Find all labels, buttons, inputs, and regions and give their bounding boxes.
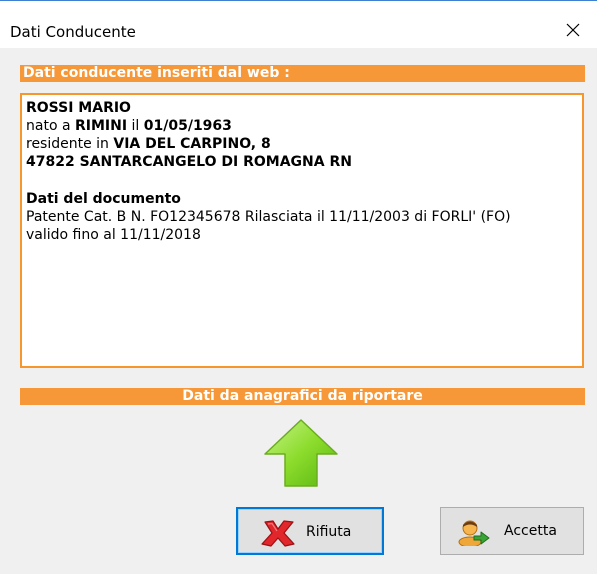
reject-label: Rifiuta [306, 524, 352, 540]
accept-button[interactable]: Accetta [440, 507, 584, 555]
driver-name: ROSSI MARIO [26, 100, 131, 116]
birth-prefix: nato a [26, 118, 75, 134]
driver-info-panel: ROSSI MARIO nato a RIMINI il 01/05/1963 … [20, 93, 584, 368]
records-header: Dati da anagrafici da riportare [20, 388, 585, 405]
user-accept-icon [458, 520, 490, 546]
birth-mid: il [127, 118, 144, 134]
birth-line: nato a RIMINI il 01/05/1963 [26, 117, 578, 135]
accept-label: Accetta [504, 523, 557, 539]
red-x-icon [261, 520, 295, 547]
birth-date: 01/05/1963 [143, 118, 232, 134]
up-arrow-icon [264, 419, 338, 487]
city-line: 47822 SANTARCANGELO DI ROMAGNA RN [26, 154, 352, 170]
reject-button[interactable]: Rifiuta [236, 507, 384, 555]
web-data-header: Dati conducente inseriti dal web : [20, 65, 585, 82]
close-button[interactable] [551, 13, 597, 47]
driver-info-text: ROSSI MARIO nato a RIMINI il 01/05/1963 … [26, 99, 578, 244]
birth-city: RIMINI [75, 118, 128, 134]
window-title: Dati Conducente [10, 23, 136, 41]
dialog-content: Dati conducente inseriti dal web : ROSSI… [0, 48, 597, 574]
document-details: Patente Cat. B N. FO12345678 Rilasciata … [26, 209, 511, 243]
dialog-window: Dati Conducente Dati conducente inseriti… [0, 0, 597, 574]
close-icon [566, 23, 580, 37]
residence-prefix: residente in [26, 136, 114, 152]
title-bar: Dati Conducente [0, 0, 597, 41]
document-heading: Dati del documento [26, 191, 181, 207]
address: VIA DEL CARPINO, 8 [113, 136, 271, 152]
residence-line: residente in VIA DEL CARPINO, 8 [26, 135, 578, 153]
